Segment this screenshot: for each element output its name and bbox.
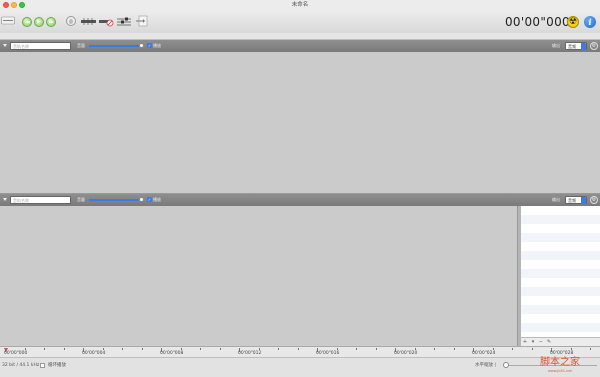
silence-icon (99, 19, 114, 27)
volume-slider[interactable] (89, 45, 141, 47)
loop-checkbox[interactable] (40, 363, 45, 368)
timeline-label: 00'00"016 (316, 351, 340, 356)
ruler-bar (0, 33, 600, 40)
toolbar: ◀◀ ▶ ▶▶ 00'00"000 ☢ i (0, 11, 600, 33)
volume-slider-knob[interactable] (139, 43, 144, 48)
play-button[interactable]: ▶ (34, 17, 44, 27)
timecode-display: 00'00"000 (505, 15, 570, 29)
output-label: 输出 (552, 43, 560, 48)
timeline-minor-tick (102, 348, 103, 350)
timeline-minor-tick (434, 348, 435, 350)
audio-format-text: 32 bit / 44.1 kHz (2, 363, 40, 368)
timeline-minor-tick (278, 348, 279, 350)
export-icon (136, 15, 148, 27)
play-checkbox-label: 播放 (153, 197, 161, 202)
fast-forward-button[interactable]: ▶▶ (46, 17, 56, 27)
track-settings-icon[interactable]: ⚙ (590, 42, 598, 50)
info-button[interactable]: i (584, 16, 596, 28)
zoom-label: 水平缩放 ⟨ (475, 363, 497, 368)
timeline-label: 00'00"000 (4, 351, 28, 356)
app-window: 未命名 ◀◀ ▶ ▶▶ 00'00"000 ☢ i 音轨名称 音量 ✓ 播放 输… (0, 0, 600, 377)
close-window-button[interactable] (3, 2, 9, 8)
record-button[interactable] (66, 16, 76, 26)
timeline-minor-tick (531, 348, 532, 350)
timeline-label: 00'00"012 (238, 351, 262, 356)
timeline-label: 00'00"004 (82, 351, 106, 356)
mixer-button[interactable] (117, 16, 131, 27)
window-title: 未命名 (291, 2, 309, 8)
output-label: 输出 (552, 197, 560, 202)
marker-list[interactable] (521, 206, 600, 337)
track-name-field[interactable]: 音轨名称 (10, 196, 71, 204)
timeline-label: 00'00"024 (472, 351, 496, 356)
info-icon: i (588, 17, 592, 27)
export-button[interactable] (136, 15, 148, 27)
rewind-button[interactable]: ◀◀ (22, 17, 32, 27)
timeline-minor-tick (180, 348, 181, 350)
timeline-minor-tick (570, 348, 571, 350)
volume-slider[interactable] (89, 199, 141, 201)
title-bar: 未命名 (0, 0, 600, 11)
volume-slider-knob[interactable] (139, 197, 144, 202)
track-name-field[interactable]: 音轨名称 (10, 42, 71, 50)
timeline-label: 00'00"008 (160, 351, 184, 356)
silence-button[interactable] (99, 16, 114, 27)
track-header-1: 音轨名称 音量 ✓ 播放 输出 音频 ⚙ (0, 40, 600, 52)
output-select[interactable]: 音频 (565, 196, 587, 204)
timeline-minor-tick (297, 348, 298, 350)
status-bar: 32 bit / 44.1 kHz 循环播放 水平缩放 ⟨ (0, 357, 600, 377)
disclosure-triangle-icon[interactable] (3, 198, 7, 201)
play-checkbox[interactable]: ✓ (147, 197, 152, 202)
track-waveform-area-1[interactable] (0, 52, 600, 193)
timeline-minor-tick (492, 348, 493, 350)
watermark-logo: 脚本之家 (540, 357, 580, 368)
tape-icon (1, 16, 15, 25)
rewind-icon: ◀◀ (25, 19, 30, 24)
marker-list-tools: + ▾ − ✎ (521, 337, 600, 346)
track-header-2: 音轨名称 音量 ✓ 播放 输出 音频 ⚙ (0, 194, 600, 206)
timeline-minor-tick (63, 348, 64, 350)
timeline-minor-tick (44, 348, 45, 350)
timeline-minor-tick (375, 348, 376, 350)
timeline-minor-tick (453, 348, 454, 350)
fast-forward-icon: ▶▶ (49, 19, 54, 24)
mixer-icon (117, 17, 131, 26)
timeline-minor-tick (200, 348, 201, 350)
timeline-minor-tick (590, 348, 591, 350)
loop-checkbox-label: 循环播放 (48, 363, 66, 368)
timeline-label: 00'00"020 (394, 351, 418, 356)
radiation-icon: ☢ (568, 17, 578, 27)
normalize-button[interactable]: ☢ (567, 16, 579, 28)
timeline-minor-tick (414, 348, 415, 350)
play-checkbox[interactable]: ✓ (147, 43, 152, 48)
maximize-window-button[interactable] (19, 2, 25, 8)
volume-label: 音量 (77, 197, 85, 202)
zoom-slider-knob[interactable] (503, 362, 509, 368)
timeline-minor-tick (512, 348, 513, 350)
timeline-minor-tick (219, 348, 220, 350)
output-select[interactable]: 音频 (565, 42, 587, 50)
timeline-minor-tick (141, 348, 142, 350)
watermark-url: www.jb51.net (548, 369, 572, 373)
minimize-window-button[interactable] (11, 2, 17, 8)
play-icon: ▶ (37, 18, 41, 25)
timeline-minor-tick (24, 348, 25, 350)
track-list-toggle-button[interactable] (1, 16, 15, 25)
track-waveform-area-2[interactable] (0, 206, 517, 346)
track-settings-icon[interactable]: ⚙ (590, 196, 598, 204)
play-checkbox-label: 播放 (153, 43, 161, 48)
timeline-minor-tick (336, 348, 337, 350)
timeline-minor-tick (122, 348, 123, 350)
effects-icon (81, 18, 96, 25)
timeline-minor-tick (356, 348, 357, 350)
volume-label: 音量 (77, 43, 85, 48)
timeline-minor-tick (258, 348, 259, 350)
effects-button[interactable] (81, 16, 97, 27)
timeline-ruler[interactable]: 00'00"000 00'00"004 00'00"008 00'00"012 00'0… (0, 346, 600, 357)
disclosure-triangle-icon[interactable] (3, 44, 7, 47)
